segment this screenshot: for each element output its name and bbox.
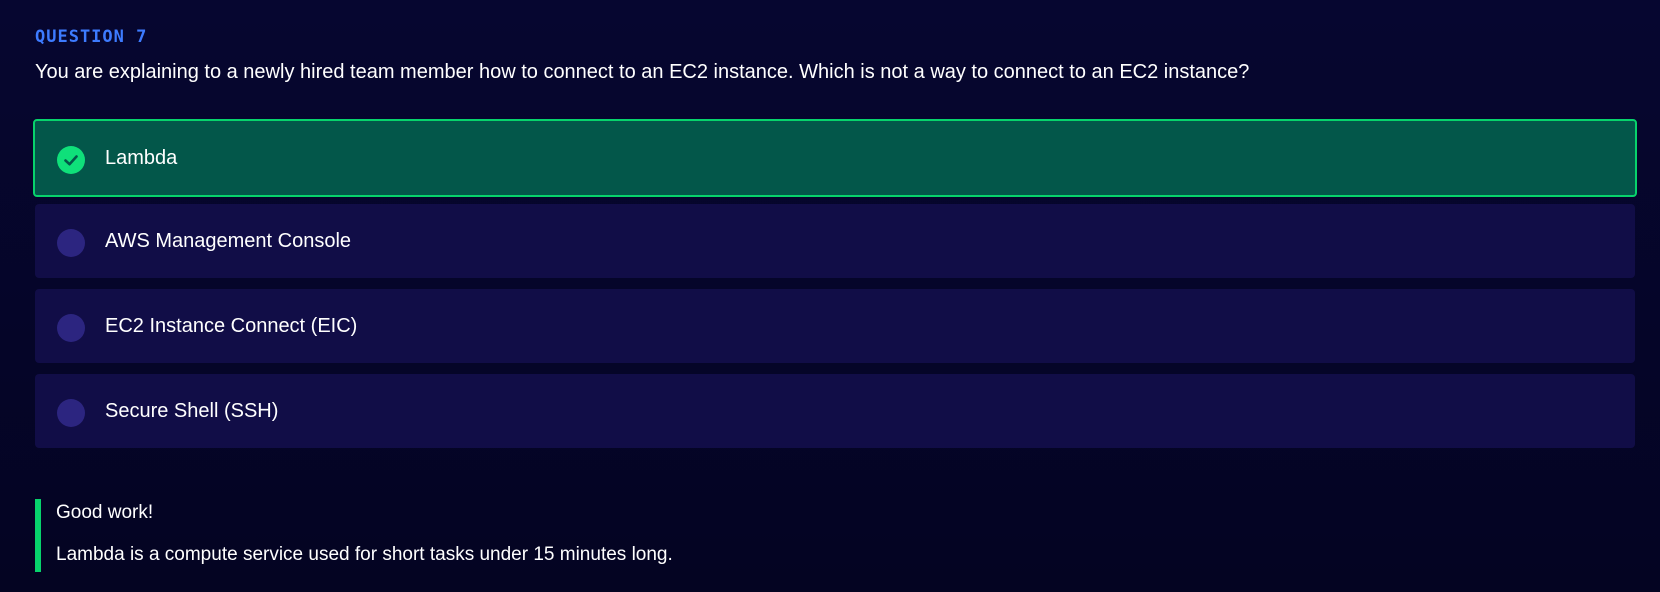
answer-option-ec2-instance-connect[interactable]: EC2 Instance Connect (EIC) [35,289,1635,363]
answer-option-label: AWS Management Console [105,229,352,252]
radio-button-icon[interactable] [57,399,85,427]
radio-button-icon[interactable] [57,229,85,257]
radio-button-icon[interactable] [57,314,85,342]
question-number: QUESTION 7 [35,27,148,47]
feedback-title: Good work! [56,502,154,523]
answer-option-label: Lambda [105,146,178,169]
answer-option-label: EC2 Instance Connect (EIC) [105,314,358,337]
question-text: You are explaining to a newly hired team… [35,61,1250,83]
answer-option-secure-shell[interactable]: Secure Shell (SSH) [35,374,1635,448]
feedback-panel: Good work! Lambda is a compute service u… [35,499,673,572]
check-icon [57,146,85,174]
answer-option-lambda[interactable]: Lambda [33,119,1637,197]
answer-options: Lambda AWS Management Console EC2 Instan… [33,119,1637,448]
quiz-page: QUESTION 7 You are explaining to a newly… [0,0,1660,592]
feedback-explanation: Lambda is a compute service used for sho… [56,544,673,565]
answer-option-label: Secure Shell (SSH) [105,399,279,422]
answer-option-aws-management-console[interactable]: AWS Management Console [35,204,1635,278]
